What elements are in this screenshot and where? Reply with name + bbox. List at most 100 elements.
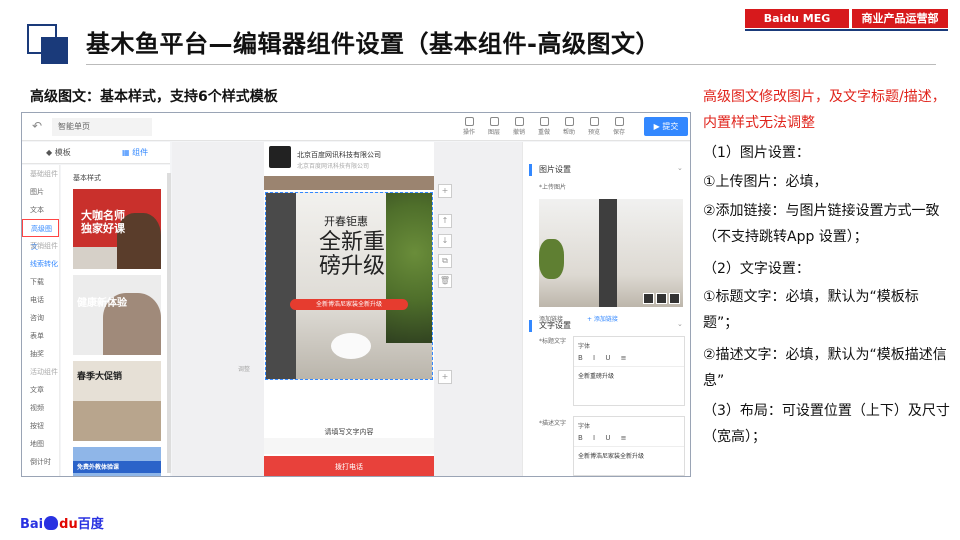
category-item[interactable]: 倒计时: [22, 453, 59, 471]
category-item[interactable]: 文本: [22, 201, 59, 219]
category-item[interactable]: 地图: [22, 435, 59, 453]
company-name: 北京百度网讯科技有限公司: [297, 151, 381, 159]
tool-icon: [564, 117, 574, 126]
logo-cn: 百度: [77, 517, 104, 532]
desc-text-value[interactable]: 全新博浩尼家装全新升级: [574, 447, 684, 464]
tool-label: 帮助: [562, 129, 575, 136]
note-summary: 高级图文修改图片，及文字标题/描述，内置样式无法调整: [703, 89, 946, 131]
trash-icon[interactable]: [669, 293, 680, 304]
submit-label: 提交: [662, 122, 679, 131]
tab-template[interactable]: ◆ 模板: [46, 147, 71, 158]
banner-main-text: 全新重磅升级: [318, 230, 385, 279]
call-button[interactable]: 拨打电话: [264, 456, 434, 476]
chevron-down-icon[interactable]: ⌄: [677, 164, 683, 172]
category-item[interactable]: 按钮: [22, 417, 59, 435]
tool-icon: [614, 117, 624, 126]
note-line-3: ②添加链接：与图片链接设置方式一致（不支持跳转App 设置）；: [703, 203, 940, 245]
tool-label: 图层: [487, 129, 500, 136]
template-card-4[interactable]: 免费外教体验课: [73, 447, 161, 476]
component-list: 基本样式 大咖名师 独家好课 健康新体验 春季大促销 免费外教体验课: [61, 165, 170, 476]
move-up-icon[interactable]: ↑: [438, 214, 452, 228]
template-card-3[interactable]: 春季大促销: [73, 361, 161, 441]
category-item[interactable]: 抽奖: [22, 345, 59, 363]
banner-tree: [386, 193, 432, 343]
page-name-field[interactable]: 智能单页: [52, 118, 152, 136]
banner-top-text: 开春钜惠: [324, 215, 368, 228]
badge-underline: [745, 29, 948, 31]
logo-square-filled: [41, 37, 68, 64]
tab-component[interactable]: ▦ 组件: [122, 147, 148, 158]
format-buttons[interactable]: B I U ≡: [578, 434, 631, 442]
upload-image-label: *上传图片: [539, 184, 567, 191]
note-line-4: （2）文字设置：: [703, 261, 810, 277]
add-below-icon[interactable]: +: [438, 370, 452, 384]
note-line-5: ①标题文字：必填，默认为“模板标题”；: [703, 289, 919, 331]
toolbar-tool[interactable]: 保存: [608, 117, 630, 136]
tool-icon: [464, 117, 474, 126]
left-panel-tabs: ◆ 模板 ▦ 组件: [22, 142, 170, 164]
tool-label: 撤销: [512, 129, 525, 136]
title-text-value[interactable]: 全新重磅升级: [574, 367, 684, 384]
toolbar-tool[interactable]: 预览: [583, 117, 605, 136]
preview-column: [599, 199, 617, 307]
banner-wall: [266, 193, 296, 379]
title-text-label: *标题文字: [539, 338, 567, 345]
title-divider: [86, 64, 936, 65]
font-select[interactable]: 字体: [578, 421, 590, 430]
company-logo: [269, 146, 291, 168]
title-rich-editor[interactable]: 字体 B I U ≡ 全新重磅升级: [573, 336, 685, 406]
input-bar[interactable]: [264, 438, 434, 454]
submit-button[interactable]: ▶ 提交: [644, 117, 688, 136]
text-placeholder[interactable]: 请填写文字内容: [264, 427, 434, 437]
text-settings-title: 文字设置: [539, 321, 571, 330]
component-scrollbar[interactable]: [167, 173, 171, 473]
copy-icon[interactable]: ⧉: [438, 254, 452, 268]
note-line-7: （3）布局：可设置位置（上下）及尺寸（宽高）；: [703, 403, 950, 445]
paw-icon: [44, 516, 59, 530]
note-line-2: ①上传图片：必填，: [703, 174, 828, 190]
template-card-4-text: 免费外教体验课: [77, 464, 120, 471]
category-item[interactable]: 下载: [22, 273, 59, 291]
toolbar-tool[interactable]: 操作: [458, 117, 480, 136]
tab-component-label: 组件: [132, 148, 149, 157]
template-card-1[interactable]: 大咖名师 独家好课: [73, 189, 161, 269]
tab-template-label: 模板: [54, 148, 71, 157]
template-card-2[interactable]: 健康新体验: [73, 275, 161, 355]
logo-bai: Bai: [20, 517, 44, 532]
image-settings-title: 图片设置: [539, 165, 571, 174]
category-group-heading: 布局组件: [22, 471, 59, 476]
add-link-button[interactable]: + 添加链接: [587, 314, 618, 323]
uploaded-image-preview[interactable]: [539, 199, 683, 307]
category-item[interactable]: 咨询: [22, 309, 59, 327]
logo-du: du: [59, 517, 78, 532]
title-editor-toolbar: 字体 B I U ≡: [574, 337, 684, 367]
delete-icon[interactable]: 🗑: [438, 274, 452, 288]
category-item[interactable]: 电话: [22, 291, 59, 309]
crop-icon[interactable]: [643, 293, 654, 304]
note-line-6: ②描述文字：必填，默认为“模板描述信息”: [703, 347, 947, 389]
toolbar-tool[interactable]: 帮助: [558, 117, 580, 136]
adjust-label: 调整: [238, 366, 251, 373]
advanced-image-text-block[interactable]: 开春钜惠 全新重磅升级 全新博浩尼家装全新升级: [265, 192, 433, 380]
category-item[interactable]: 文章: [22, 381, 59, 399]
move-down-icon[interactable]: ↓: [438, 234, 452, 248]
section-accent: [529, 320, 532, 332]
company-subname: 北京百度网讯科技有限公司: [297, 163, 370, 170]
add-icon[interactable]: +: [438, 184, 452, 198]
back-icon[interactable]: ↶: [32, 119, 42, 133]
category-item[interactable]: 图片: [22, 183, 59, 201]
category-item[interactable]: 线索转化: [22, 255, 59, 273]
category-item[interactable]: 高级图文: [22, 219, 59, 251]
toolbar-tool[interactable]: 撤销: [508, 117, 530, 136]
desc-rich-editor[interactable]: 字体 B I U ≡ 全新博浩尼家装全新升级: [573, 416, 685, 476]
font-select[interactable]: 字体: [578, 341, 590, 350]
toolbar-tool[interactable]: 重做: [533, 117, 555, 136]
category-item[interactable]: 视频: [22, 399, 59, 417]
format-buttons[interactable]: B I U ≡: [578, 354, 631, 362]
tool-icon: [489, 117, 499, 126]
note-line-1: （1）图片设置：: [703, 145, 810, 161]
toolbar-tool[interactable]: 图层: [483, 117, 505, 136]
chevron-down-icon[interactable]: ⌄: [677, 320, 683, 328]
replace-icon[interactable]: [656, 293, 667, 304]
category-item[interactable]: 表单: [22, 327, 59, 345]
